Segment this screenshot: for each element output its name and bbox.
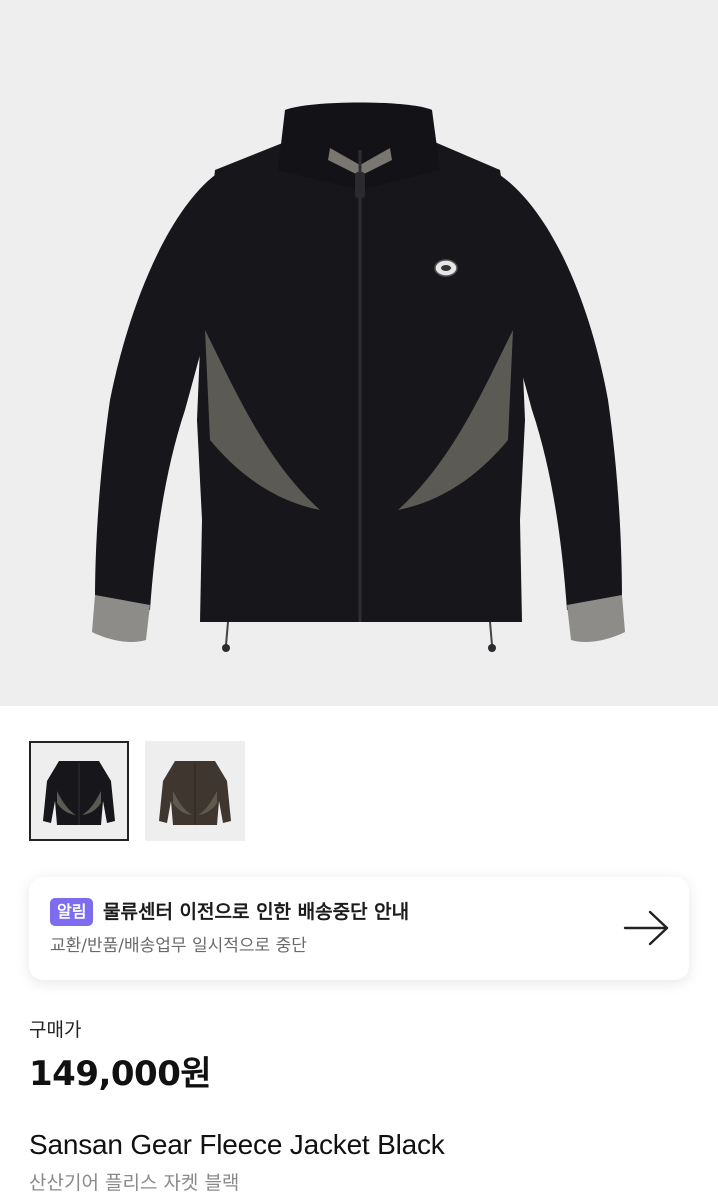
price-label: 구매가: [29, 1019, 82, 1041]
notice-badge: 알림: [50, 898, 94, 926]
brown-jacket-thumbnail-icon: [159, 761, 231, 825]
arrow-right-icon[interactable]: [623, 908, 671, 948]
shipping-notice-card[interactable]: 알림 물류센터 이전으로 인한 배송중단 안내 교환/반품/배송업무 일시적으로…: [29, 877, 689, 980]
black-jacket-thumbnail-icon: [43, 761, 115, 825]
notice-title: 물류센터 이전으로 인한 배송중단 안내: [103, 901, 410, 923]
thumbnail-strip: [29, 741, 245, 841]
product-main-image[interactable]: [0, 0, 718, 706]
product-name-ko: 산산기어 플리스 자켓 블랙: [29, 1172, 240, 1194]
product-name-en: Sansan Gear Fleece Jacket Black: [29, 1129, 445, 1160]
thumbnail-brown-jacket[interactable]: [145, 741, 245, 841]
notice-subtitle: 교환/반품/배송업무 일시적으로 중단: [50, 936, 307, 956]
thumbnail-black-jacket[interactable]: [29, 741, 129, 841]
jacket-illustration: [92, 102, 625, 652]
price-value: 149,000원: [29, 1054, 212, 1094]
